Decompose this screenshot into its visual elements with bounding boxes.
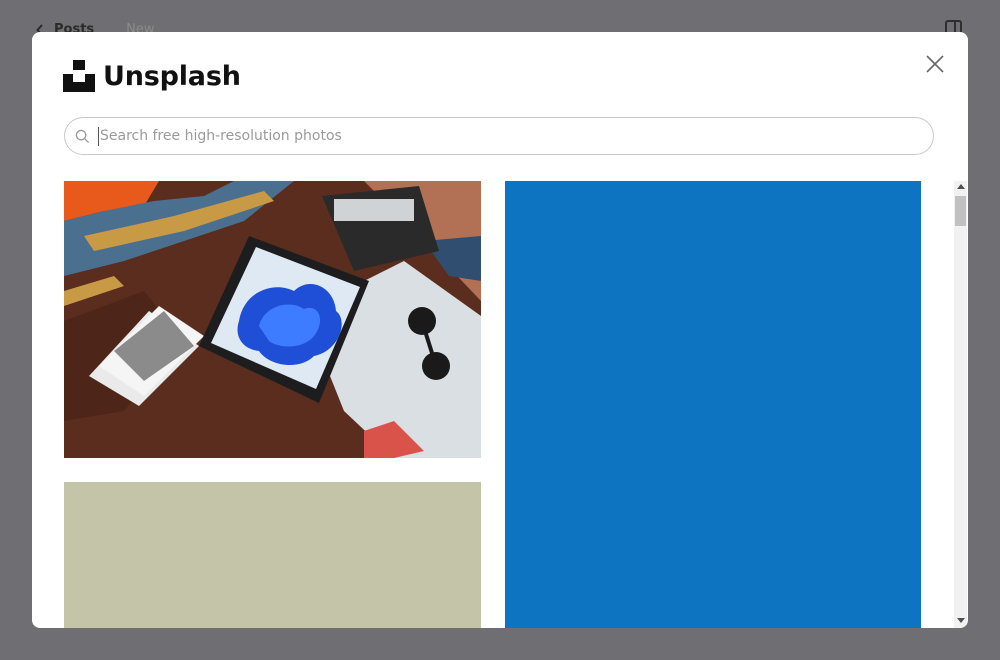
unsplash-logo: Unsplash bbox=[63, 60, 241, 92]
photo-laptop-flatlay-image bbox=[64, 181, 481, 458]
unsplash-logo-icon bbox=[63, 60, 95, 92]
scroll-up-arrow-icon[interactable] bbox=[957, 184, 965, 189]
search-icon bbox=[75, 129, 90, 143]
unsplash-modal: Unsplash bbox=[32, 32, 968, 628]
brand-name: Unsplash bbox=[103, 60, 241, 92]
photo-placeholder-blue[interactable] bbox=[505, 181, 921, 628]
scroll-thumb[interactable] bbox=[955, 196, 966, 226]
search-bar bbox=[64, 117, 934, 155]
scroll-down-arrow-icon[interactable] bbox=[957, 618, 965, 623]
photo-grid bbox=[64, 181, 921, 628]
grid-scrollbar[interactable] bbox=[954, 181, 967, 628]
photo-placeholder-sage[interactable] bbox=[64, 482, 481, 628]
close-icon[interactable] bbox=[925, 54, 945, 74]
photo-laptop-flatlay[interactable] bbox=[64, 181, 481, 458]
search-input[interactable] bbox=[98, 126, 902, 146]
